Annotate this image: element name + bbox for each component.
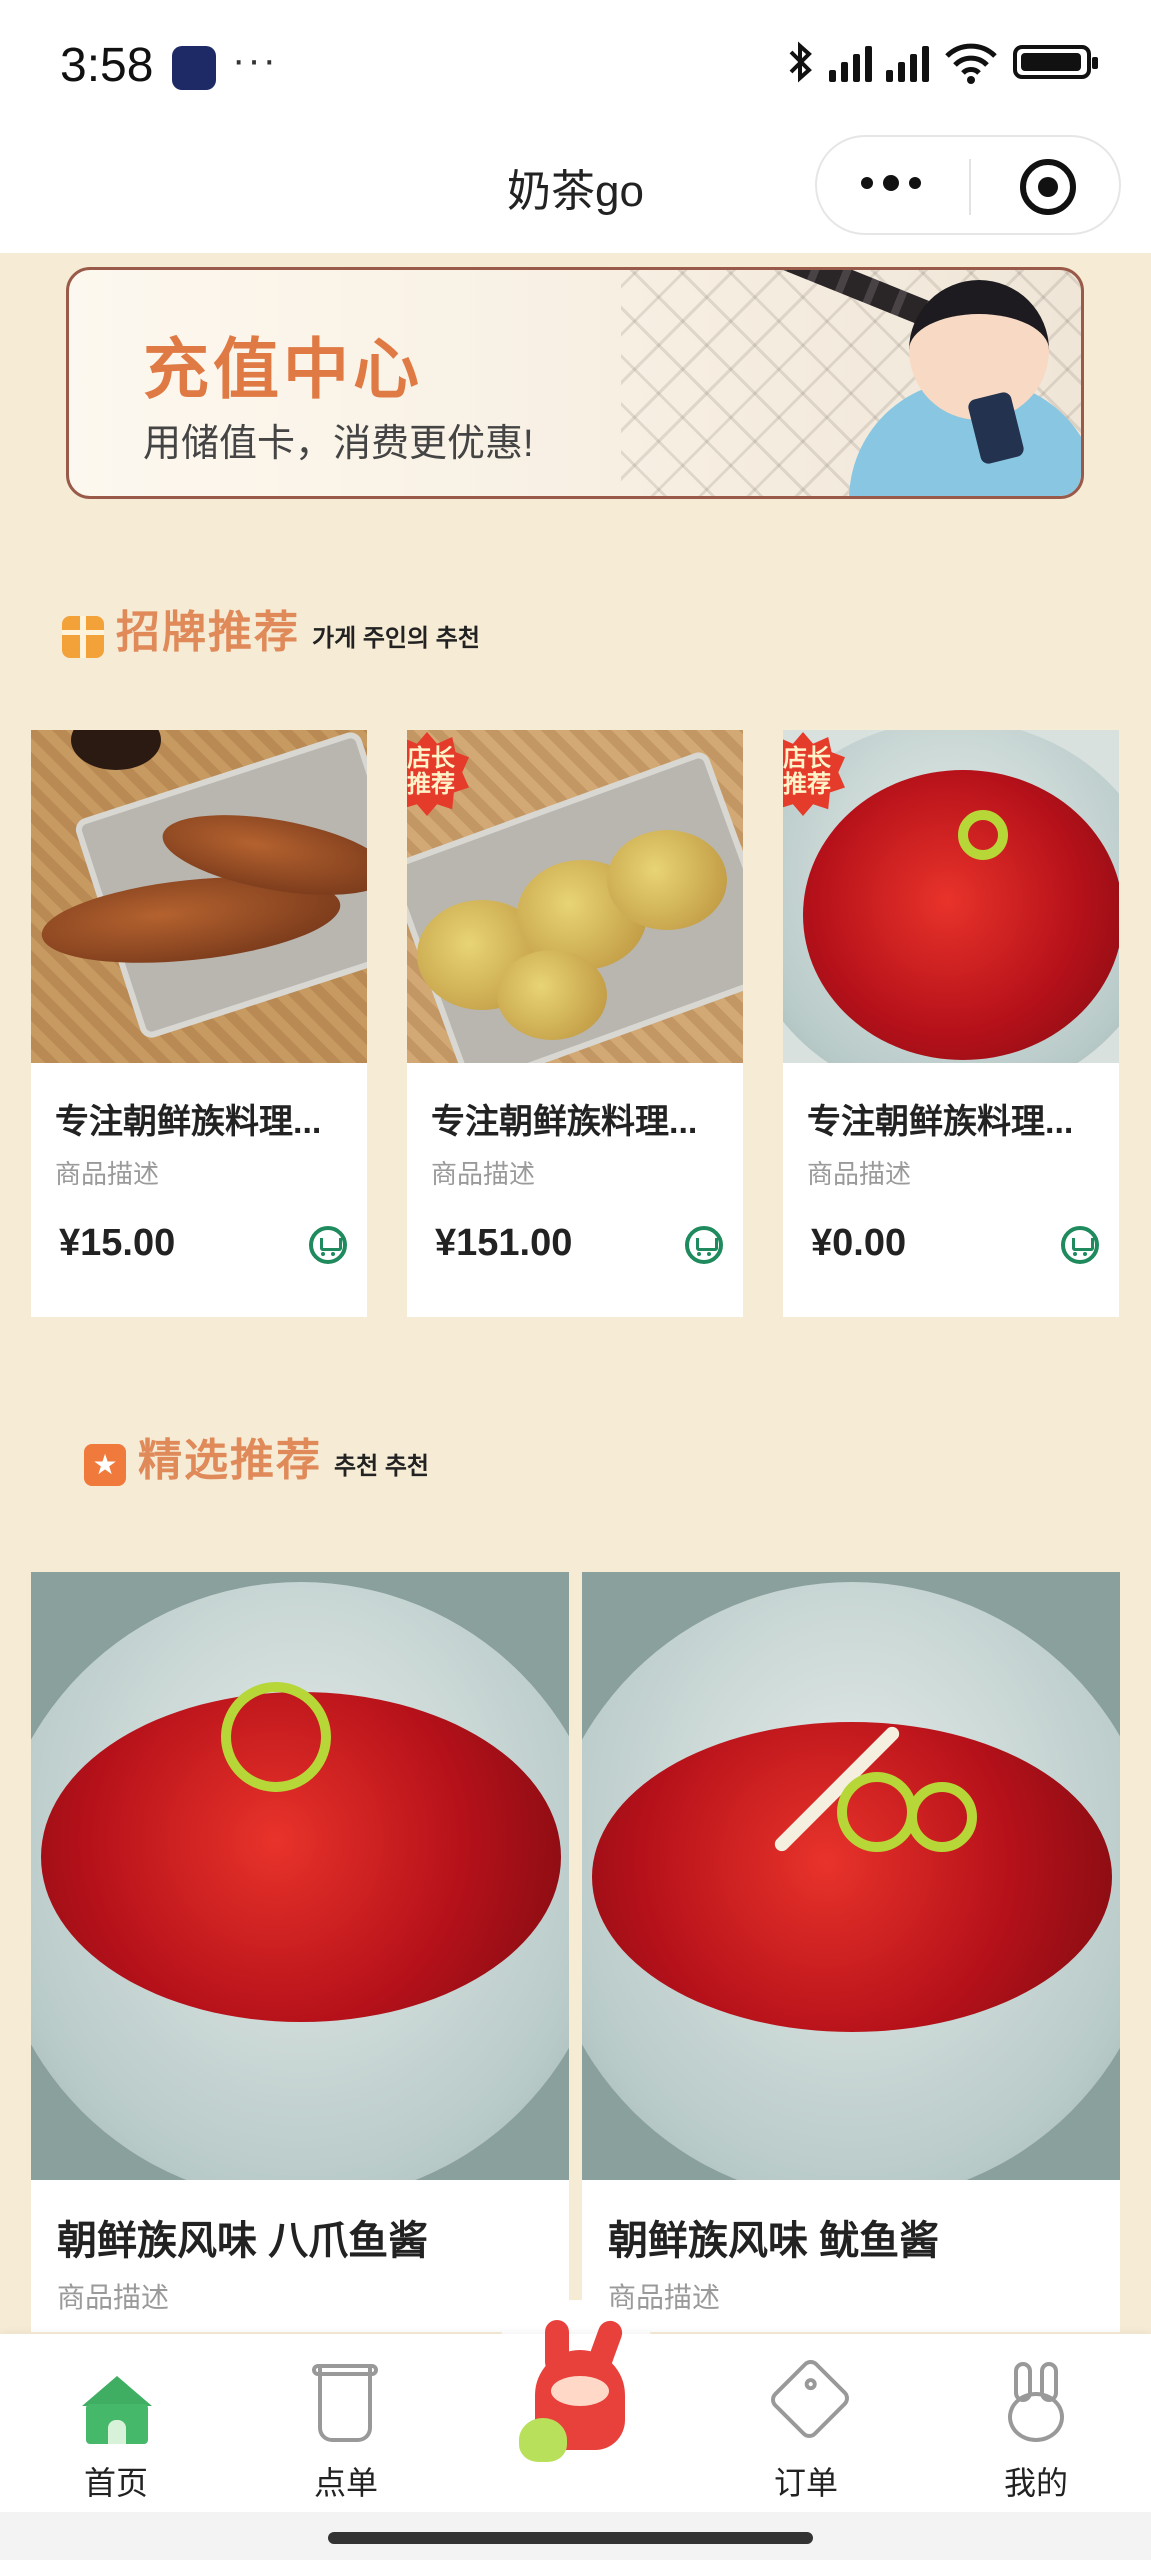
product-card[interactable]: 店长推荐 专注朝鲜族料理... 商品描述 ¥0.00 (783, 730, 1119, 1317)
status-more-dots: ··· (232, 38, 278, 82)
battery-icon (1013, 45, 1098, 79)
tab-order-menu[interactable]: 点单 (266, 2354, 426, 2501)
add-to-cart-icon[interactable] (1061, 1226, 1099, 1264)
featured-product-description: 商品描述 (608, 2282, 721, 2313)
featured-product-image (582, 1572, 1120, 2180)
featured-product-name: 朝鲜族风味 八爪鱼酱 (57, 2219, 429, 2263)
tab-profile[interactable]: 我的 (956, 2354, 1116, 2501)
add-to-cart-icon[interactable] (685, 1226, 723, 1264)
cellular-signal-2-icon (886, 42, 929, 82)
recharge-banner[interactable]: 充值中心 用储值卡，消费更优惠! (66, 267, 1084, 499)
badge-text: 店长推荐 (783, 745, 831, 798)
featured-section-header: ★ 精选推荐 추천 추천 (84, 1436, 429, 1486)
badge-text: 店长推荐 (407, 745, 455, 798)
product-price: ¥0.00 (811, 1222, 907, 1264)
tab-label: 我的 (1003, 2465, 1068, 2501)
store-recommend-badge: 店长推荐 (407, 732, 469, 816)
mascot-icon[interactable] (515, 2317, 645, 2470)
featured-product-image (31, 1572, 569, 2180)
nav-bar: 奶茶go (0, 135, 1151, 253)
tab-home[interactable]: 首页 (36, 2354, 196, 2501)
signature-section-header: 招牌推荐 가게 주인의 추천 (62, 608, 480, 658)
status-bar: 3:58 ··· (0, 0, 1151, 135)
tab-label: 首页 (83, 2465, 148, 2501)
product-image (31, 730, 367, 1063)
rabbit-icon (1006, 2362, 1066, 2446)
tag-icon (766, 2355, 854, 2443)
cellular-signal-icon (829, 42, 872, 82)
home-icon (82, 2376, 152, 2444)
status-time: 3:58 (60, 39, 154, 92)
signature-section-title: 招牌推荐 (116, 608, 300, 657)
product-card[interactable]: 专注朝鲜族料理... 商品描述 ¥15.00 (31, 730, 367, 1317)
featured-product-card[interactable]: 朝鲜族风味 鱿鱼酱 商品描述 (582, 1572, 1120, 2332)
home-indicator[interactable] (328, 2532, 813, 2544)
more-menu-icon[interactable] (861, 175, 921, 191)
miniprogram-capsule (815, 135, 1121, 235)
cup-icon (312, 2364, 378, 2442)
tab-orders[interactable]: 订单 (726, 2354, 886, 2501)
capsule-divider (969, 159, 971, 215)
product-description: 商品描述 (55, 1159, 160, 1189)
product-price: ¥151.00 (435, 1222, 573, 1264)
add-to-cart-icon[interactable] (309, 1226, 347, 1264)
product-card[interactable]: 店长推荐 专注朝鲜族料理... 商品描述 ¥151.00 (407, 730, 743, 1317)
app-notification-icon (172, 46, 216, 90)
close-miniprogram-icon[interactable] (1020, 159, 1076, 215)
banner-title: 充值中心 (143, 332, 423, 406)
product-name: 专注朝鲜族料理... (807, 1103, 1074, 1141)
product-description: 商品描述 (807, 1159, 912, 1189)
tab-label: 点单 (313, 2465, 378, 2501)
star-icon: ★ (84, 1444, 126, 1486)
product-name: 专注朝鲜族料理... (55, 1103, 322, 1141)
wifi-icon (945, 43, 997, 84)
status-indicators (785, 40, 1098, 84)
tab-label: 订单 (773, 2465, 838, 2501)
featured-product-name: 朝鲜族风味 鱿鱼酱 (608, 2219, 940, 2263)
featured-section-title: 精选推荐 (138, 1436, 322, 1485)
featured-section-subtitle: 추천 추천 (334, 1453, 429, 1480)
product-image: 店长推荐 (783, 730, 1119, 1063)
product-image: 店长推荐 (407, 730, 743, 1063)
featured-product-card[interactable]: 朝鲜族风味 八爪鱼酱 商品描述 (31, 1572, 569, 2332)
product-price: ¥15.00 (59, 1222, 176, 1264)
bluetooth-icon (789, 41, 812, 83)
banner-subtitle: 用储值卡，消费更优惠! (143, 423, 534, 465)
featured-product-description: 商品描述 (57, 2282, 170, 2313)
product-description: 商品描述 (431, 1159, 536, 1189)
gift-icon (62, 616, 104, 658)
product-name: 专注朝鲜族料理... (431, 1103, 698, 1141)
signature-section-subtitle: 가게 주인의 추천 (312, 625, 480, 652)
